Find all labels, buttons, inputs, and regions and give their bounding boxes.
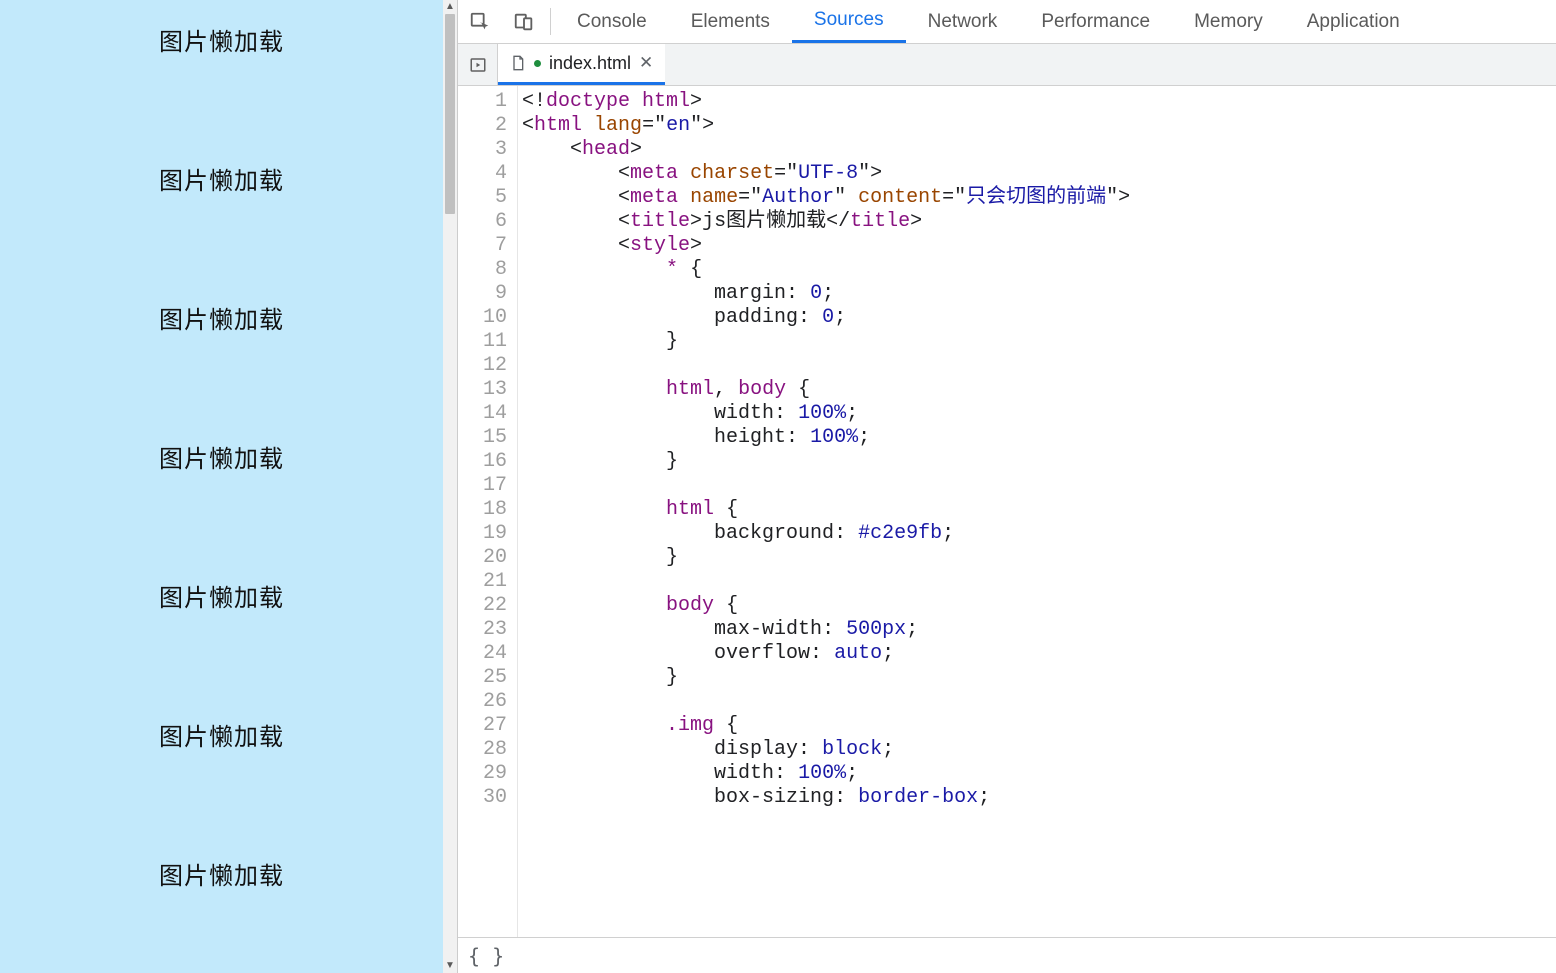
line-number: 3 — [458, 138, 507, 162]
code-line[interactable]: <title>js图片懒加载</title> — [522, 210, 1556, 234]
devtools-tabstrip: ConsoleElementsSourcesNetworkPerformance… — [458, 0, 1556, 44]
line-number: 11 — [458, 330, 507, 354]
line-number: 29 — [458, 762, 507, 786]
code-line[interactable]: max-width: 500px; — [522, 618, 1556, 642]
tab-memory[interactable]: Memory — [1172, 0, 1285, 43]
device-toolbar-icon[interactable] — [502, 0, 546, 43]
preview-scrollbar[interactable]: ▲ ▼ — [443, 0, 457, 973]
line-number: 20 — [458, 546, 507, 570]
code-line[interactable] — [522, 474, 1556, 498]
code-line[interactable]: <!doctype html> — [522, 90, 1556, 114]
code-line[interactable]: html, body { — [522, 378, 1556, 402]
line-number: 13 — [458, 378, 507, 402]
code-line[interactable]: .img { — [522, 714, 1556, 738]
line-number: 16 — [458, 450, 507, 474]
lazy-image-placeholder: 图片懒加载 — [0, 161, 443, 196]
code-line[interactable]: } — [522, 666, 1556, 690]
inspect-element-icon[interactable] — [458, 0, 502, 43]
line-number: 7 — [458, 234, 507, 258]
tab-console[interactable]: Console — [555, 0, 669, 43]
tab-elements[interactable]: Elements — [669, 0, 792, 43]
code-line[interactable] — [522, 690, 1556, 714]
close-icon[interactable]: ✕ — [639, 53, 653, 73]
code-line[interactable]: overflow: auto; — [522, 642, 1556, 666]
tab-performance[interactable]: Performance — [1019, 0, 1172, 43]
line-number: 22 — [458, 594, 507, 618]
line-number: 15 — [458, 426, 507, 450]
line-number-gutter: 1234567891011121314151617181920212223242… — [458, 86, 518, 937]
code-line[interactable]: body { — [522, 594, 1556, 618]
line-number: 5 — [458, 186, 507, 210]
line-number: 21 — [458, 570, 507, 594]
code-line[interactable]: width: 100%; — [522, 762, 1556, 786]
file-tab-index-html[interactable]: index.html ✕ — [498, 44, 665, 85]
tab-network[interactable]: Network — [906, 0, 1020, 43]
line-number: 9 — [458, 282, 507, 306]
line-number: 18 — [458, 498, 507, 522]
tab-sources[interactable]: Sources — [792, 0, 906, 43]
line-number: 27 — [458, 714, 507, 738]
lazy-image-placeholder: 图片懒加载 — [0, 300, 443, 335]
line-number: 12 — [458, 354, 507, 378]
line-number: 2 — [458, 114, 507, 138]
file-modified-dot-icon — [534, 60, 541, 67]
code-line[interactable] — [522, 354, 1556, 378]
code-line[interactable]: } — [522, 546, 1556, 570]
line-number: 4 — [458, 162, 507, 186]
code-line[interactable]: <meta charset="UTF-8"> — [522, 162, 1556, 186]
pretty-print-icon[interactable]: { } — [468, 944, 504, 968]
code-line[interactable]: } — [522, 330, 1556, 354]
sources-footer: { } — [458, 937, 1556, 973]
code-line[interactable]: padding: 0; — [522, 306, 1556, 330]
line-number: 14 — [458, 402, 507, 426]
file-icon — [510, 54, 526, 72]
lazy-image-placeholder: 图片懒加载 — [0, 578, 443, 613]
lazy-image-placeholder: 图片懒加载 — [0, 717, 443, 752]
code-line[interactable]: margin: 0; — [522, 282, 1556, 306]
code-line[interactable]: width: 100%; — [522, 402, 1556, 426]
code-line[interactable]: <head> — [522, 138, 1556, 162]
sources-file-tabstrip: index.html ✕ — [458, 44, 1556, 86]
code-line[interactable]: display: block; — [522, 738, 1556, 762]
devtools-panel: ConsoleElementsSourcesNetworkPerformance… — [458, 0, 1556, 973]
file-tab-label: index.html — [549, 53, 631, 74]
code-line[interactable]: * { — [522, 258, 1556, 282]
line-number: 6 — [458, 210, 507, 234]
page-preview-pane[interactable]: 图片懒加载图片懒加载图片懒加载图片懒加载图片懒加载图片懒加载图片懒加载 ▲ ▼ — [0, 0, 458, 973]
code-line[interactable]: background: #c2e9fb; — [522, 522, 1556, 546]
line-number: 19 — [458, 522, 507, 546]
tabstrip-separator — [550, 8, 551, 35]
tab-application[interactable]: Application — [1285, 0, 1422, 43]
scrollbar-thumb[interactable] — [445, 14, 455, 214]
line-number: 24 — [458, 642, 507, 666]
line-number: 25 — [458, 666, 507, 690]
line-number: 26 — [458, 690, 507, 714]
code-line[interactable]: <style> — [522, 234, 1556, 258]
line-number: 23 — [458, 618, 507, 642]
code-line[interactable]: <meta name="Author" content="只会切图的前端"> — [522, 186, 1556, 210]
lazy-image-placeholder: 图片懒加载 — [0, 439, 443, 474]
source-editor[interactable]: 1234567891011121314151617181920212223242… — [458, 86, 1556, 937]
code-line[interactable]: html { — [522, 498, 1556, 522]
code-line[interactable]: height: 100%; — [522, 426, 1556, 450]
line-number: 28 — [458, 738, 507, 762]
lazy-image-placeholder: 图片懒加载 — [0, 856, 443, 891]
code-line[interactable]: } — [522, 450, 1556, 474]
code-area[interactable]: <!doctype html><html lang="en"> <head> <… — [518, 86, 1556, 937]
lazy-image-placeholder: 图片懒加载 — [0, 22, 443, 57]
code-line[interactable] — [522, 570, 1556, 594]
line-number: 10 — [458, 306, 507, 330]
line-number: 8 — [458, 258, 507, 282]
scroll-up-arrow-icon[interactable]: ▲ — [443, 0, 457, 14]
navigator-toggle-icon[interactable] — [458, 44, 498, 85]
code-line[interactable]: box-sizing: border-box; — [522, 786, 1556, 810]
line-number: 1 — [458, 90, 507, 114]
line-number: 17 — [458, 474, 507, 498]
line-number: 30 — [458, 786, 507, 810]
code-line[interactable]: <html lang="en"> — [522, 114, 1556, 138]
scroll-down-arrow-icon[interactable]: ▼ — [443, 959, 457, 973]
